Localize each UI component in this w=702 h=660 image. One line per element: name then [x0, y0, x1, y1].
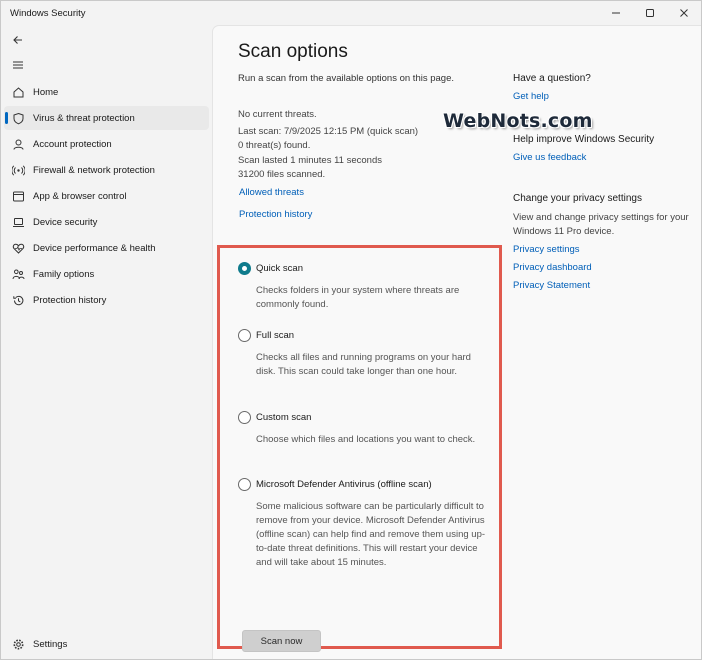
sidebar-item-label: Home	[33, 86, 59, 98]
main-content: Scan options Run a scan from the availab…	[212, 25, 701, 659]
privacy-settings-link[interactable]: Privacy settings	[513, 244, 698, 255]
hamburger-icon	[13, 61, 23, 69]
minimize-button[interactable]	[599, 1, 633, 25]
quick-scan-option[interactable]: Quick scan Checks folders in your system…	[238, 262, 496, 312]
privacy-dashboard-link[interactable]: Privacy dashboard	[513, 262, 698, 273]
status-line: 31200 files scanned.	[238, 169, 326, 180]
settings-label: Settings	[33, 638, 68, 650]
family-icon	[11, 267, 25, 281]
sidebar-item-account-protection[interactable]: Account protection	[4, 132, 209, 156]
scan-status: No current threats. Last scan: 7/9/2025 …	[238, 108, 418, 183]
offline-scan-option[interactable]: Microsoft Defender Antivirus (offline sc…	[238, 478, 496, 570]
gear-icon	[11, 637, 25, 651]
status-line: Scan lasted 1 minutes 11 seconds	[238, 154, 382, 166]
active-indicator	[5, 112, 8, 124]
status-line: 0 threat(s) found.	[238, 140, 311, 151]
privacy-statement-link[interactable]: Privacy Statement	[513, 280, 698, 291]
option-description: Choose which files and locations you wan…	[256, 434, 476, 445]
right-panel: Have a question? Get help Help improve W…	[513, 73, 698, 291]
menu-button[interactable]	[11, 58, 25, 72]
minimize-icon	[612, 12, 620, 14]
person-icon	[11, 137, 25, 151]
sidebar-item-label: Account protection	[33, 138, 112, 150]
offline-scan-radio[interactable]	[238, 478, 251, 491]
option-description: Checks folders in your system where thre…	[256, 285, 460, 310]
windows-security-window: Windows Security Home Virus & threat pro…	[0, 0, 702, 660]
scan-now-button[interactable]: Scan now	[242, 630, 321, 652]
option-label: Custom scan	[256, 412, 312, 423]
sidebar-item-label: Device performance & health	[33, 242, 156, 254]
sidebar: Home Virus & threat protection Account p…	[1, 25, 212, 659]
privacy-heading: Change your privacy settings	[513, 193, 642, 204]
get-help-link[interactable]: Get help	[513, 91, 698, 102]
page-subtitle: Run a scan from the available options on…	[238, 73, 454, 84]
title-bar: Windows Security	[1, 1, 701, 25]
sidebar-item-label: Device security	[33, 216, 98, 228]
improve-heading: Help improve Windows Security	[513, 134, 655, 145]
laptop-icon	[11, 215, 25, 229]
protection-history-link[interactable]: Protection history	[239, 209, 312, 220]
allowed-threats-link[interactable]: Allowed threats	[239, 187, 304, 198]
option-description: Some malicious software can be particula…	[256, 501, 486, 568]
sidebar-item-device-security[interactable]: Device security	[4, 210, 209, 234]
custom-scan-option[interactable]: Custom scan Choose which files and locat…	[238, 411, 496, 447]
sidebar-item-label: Firewall & network protection	[33, 164, 155, 176]
feedback-link[interactable]: Give us feedback	[513, 152, 698, 163]
sidebar-item-settings[interactable]: Settings	[4, 632, 209, 656]
home-icon	[11, 85, 25, 99]
sidebar-item-app-browser-control[interactable]: App & browser control	[4, 184, 209, 208]
option-label: Microsoft Defender Antivirus (offline sc…	[256, 479, 432, 490]
scan-options-highlight: Quick scan Checks folders in your system…	[217, 245, 502, 652]
sidebar-item-home[interactable]: Home	[4, 80, 209, 104]
close-button[interactable]	[667, 1, 701, 25]
sidebar-item-label: App & browser control	[33, 190, 127, 202]
sidebar-item-label: Protection history	[33, 294, 107, 306]
status-line: No current threats.	[238, 109, 317, 120]
back-arrow-icon	[13, 36, 22, 44]
quick-scan-radio[interactable]	[238, 262, 251, 275]
maximize-icon	[646, 9, 654, 17]
sidebar-item-virus-threat-protection[interactable]: Virus & threat protection	[4, 106, 209, 130]
history-icon	[11, 293, 25, 307]
question-heading: Have a question?	[513, 73, 591, 84]
sidebar-item-label: Family options	[33, 268, 95, 280]
sidebar-item-device-performance[interactable]: Device performance & health	[4, 236, 209, 260]
shield-icon	[11, 111, 25, 125]
page-title: Scan options	[238, 41, 348, 62]
custom-scan-radio[interactable]	[238, 411, 251, 424]
app-browser-icon	[11, 189, 25, 203]
sidebar-item-family-options[interactable]: Family options	[4, 262, 209, 286]
webnots-watermark: WebNots.com	[443, 110, 593, 132]
full-scan-radio[interactable]	[238, 329, 251, 342]
sidebar-item-protection-history[interactable]: Protection history	[4, 288, 209, 312]
app-title: Windows Security	[10, 7, 86, 19]
option-label: Quick scan	[256, 263, 303, 274]
heart-icon	[11, 241, 25, 255]
status-line: Last scan: 7/9/2025 12:15 PM (quick scan…	[238, 125, 419, 137]
option-label: Full scan	[256, 330, 295, 341]
sidebar-item-label: Virus & threat protection	[33, 112, 135, 124]
maximize-button[interactable]	[633, 1, 667, 25]
sidebar-item-firewall[interactable]: Firewall & network protection	[4, 158, 209, 182]
full-scan-option[interactable]: Full scan Checks all files and running p…	[238, 329, 496, 379]
option-description: Checks all files and running programs on…	[256, 352, 471, 377]
window-controls	[599, 1, 701, 25]
back-button[interactable]	[11, 33, 25, 47]
close-icon	[680, 9, 688, 17]
network-icon	[11, 163, 25, 177]
privacy-text: View and change privacy settings for you…	[513, 212, 689, 237]
